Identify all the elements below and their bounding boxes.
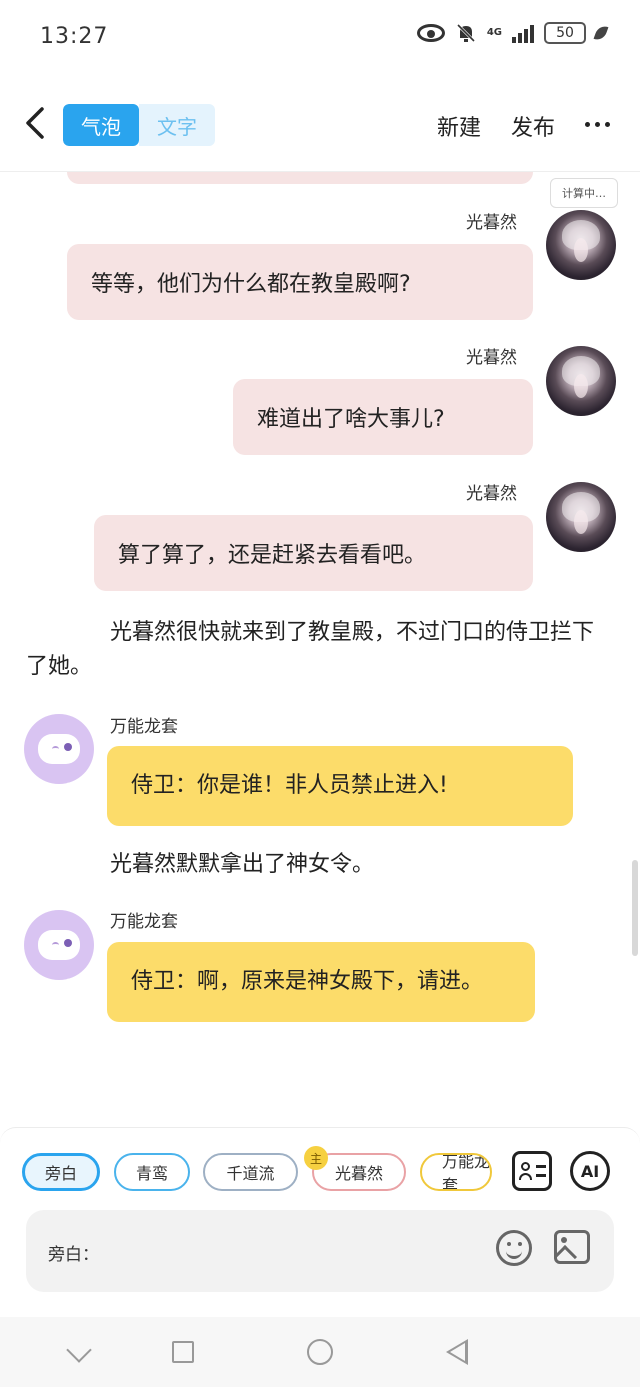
calculating-tag: 计算中…	[550, 178, 618, 208]
speaker-name: 光暮然	[466, 348, 517, 368]
avatar[interactable]	[546, 346, 616, 416]
message-bubble[interactable]: 难道出了啥大事儿?	[233, 379, 533, 455]
scrollbar[interactable]	[632, 860, 638, 956]
chat-area[interactable]: 计算中… 光暮然 等等，他们为什么都在教皇殿啊? 光暮然 难道出了啥大事儿? 光…	[0, 172, 640, 1127]
message-bubble[interactable]: 算了算了，还是赶紧去看看吧。	[94, 515, 533, 591]
chat-bubble-icon	[38, 734, 80, 794]
speaker-name: 光暮然	[466, 484, 517, 504]
message-bubble[interactable]: 侍卫：啊，原来是神女殿下，请进。	[107, 942, 535, 1022]
role-chip-qiandaoliu[interactable]: 千道流	[203, 1153, 298, 1191]
message-text: 侍卫：你是谁！非人员禁止进入!	[131, 773, 448, 798]
status-bar: 13:27 4G 50	[0, 0, 640, 76]
back-icon[interactable]	[22, 106, 48, 140]
network-type: 4G	[486, 27, 502, 38]
new-button[interactable]: 新建	[437, 110, 481, 142]
message-text: 难道出了啥大事儿?	[257, 407, 445, 432]
speaker-name: 万能龙套	[110, 912, 178, 932]
avatar[interactable]	[546, 482, 616, 552]
compose-panel: 旁白 青鸾 千道流 光暮然 主 万能龙套 AI 旁白：	[0, 1127, 640, 1317]
speaker-name: 万能龙套	[110, 717, 178, 737]
role-chip-narrator[interactable]: 旁白	[22, 1153, 100, 1191]
avatar[interactable]	[546, 210, 616, 280]
publish-button[interactable]: 发布	[511, 110, 555, 142]
system-nav-bar	[0, 1317, 640, 1387]
mute-bell-icon	[456, 23, 475, 43]
eye-icon	[416, 24, 445, 42]
message-bubble[interactable]: 侍卫：你是谁！非人员禁止进入!	[107, 746, 573, 826]
status-time: 13:27	[40, 24, 109, 49]
message-input[interactable]: 旁白：	[26, 1210, 614, 1292]
back-triangle-icon[interactable]	[446, 1339, 468, 1365]
message-bubble[interactable]: 等等，他们为什么都在教皇殿啊?	[67, 244, 533, 320]
battery-indicator: 50	[544, 22, 586, 44]
collapse-icon[interactable]	[66, 1337, 92, 1363]
message-text: 侍卫：啊，原来是神女殿下，请进。	[131, 969, 484, 994]
more-options-icon[interactable]	[585, 122, 610, 127]
image-icon[interactable]	[554, 1230, 590, 1264]
status-icons: 4G 50	[416, 22, 609, 44]
role-chip-qingluan[interactable]: 青鸾	[114, 1153, 190, 1191]
partial-message-bubble[interactable]	[67, 172, 533, 184]
narration-text[interactable]: 光暮然默默拿出了神女令。	[26, 848, 596, 882]
tab-text[interactable]: 文字	[139, 104, 215, 146]
role-chip-wanneng[interactable]: 万能龙套	[420, 1153, 492, 1191]
ai-button[interactable]: AI	[570, 1151, 610, 1191]
tab-bubble[interactable]: 气泡	[63, 104, 139, 146]
input-role-label: 旁白：	[48, 1245, 99, 1265]
message-text: 等等，他们为什么都在教皇殿啊?	[91, 272, 411, 297]
bot-avatar[interactable]	[24, 714, 94, 794]
bot-avatar[interactable]	[24, 910, 94, 990]
chat-bubble-icon	[38, 930, 80, 990]
character-card-icon[interactable]	[512, 1151, 552, 1191]
recents-icon[interactable]	[172, 1341, 194, 1363]
signal-icon	[512, 23, 534, 43]
top-nav: 气泡 文字 新建 发布	[0, 76, 640, 172]
emoji-icon[interactable]	[496, 1230, 532, 1266]
main-character-badge: 主	[304, 1146, 328, 1170]
message-text: 算了算了，还是赶紧去看看吧。	[118, 543, 427, 568]
view-mode-toggle: 气泡 文字	[63, 104, 215, 146]
narration-text[interactable]: 光暮然很快就来到了教皇殿，不过门口的侍卫拦下了她。	[26, 616, 596, 684]
speaker-name: 光暮然	[466, 213, 517, 233]
home-icon[interactable]	[307, 1339, 333, 1365]
leaf-icon	[593, 23, 609, 43]
